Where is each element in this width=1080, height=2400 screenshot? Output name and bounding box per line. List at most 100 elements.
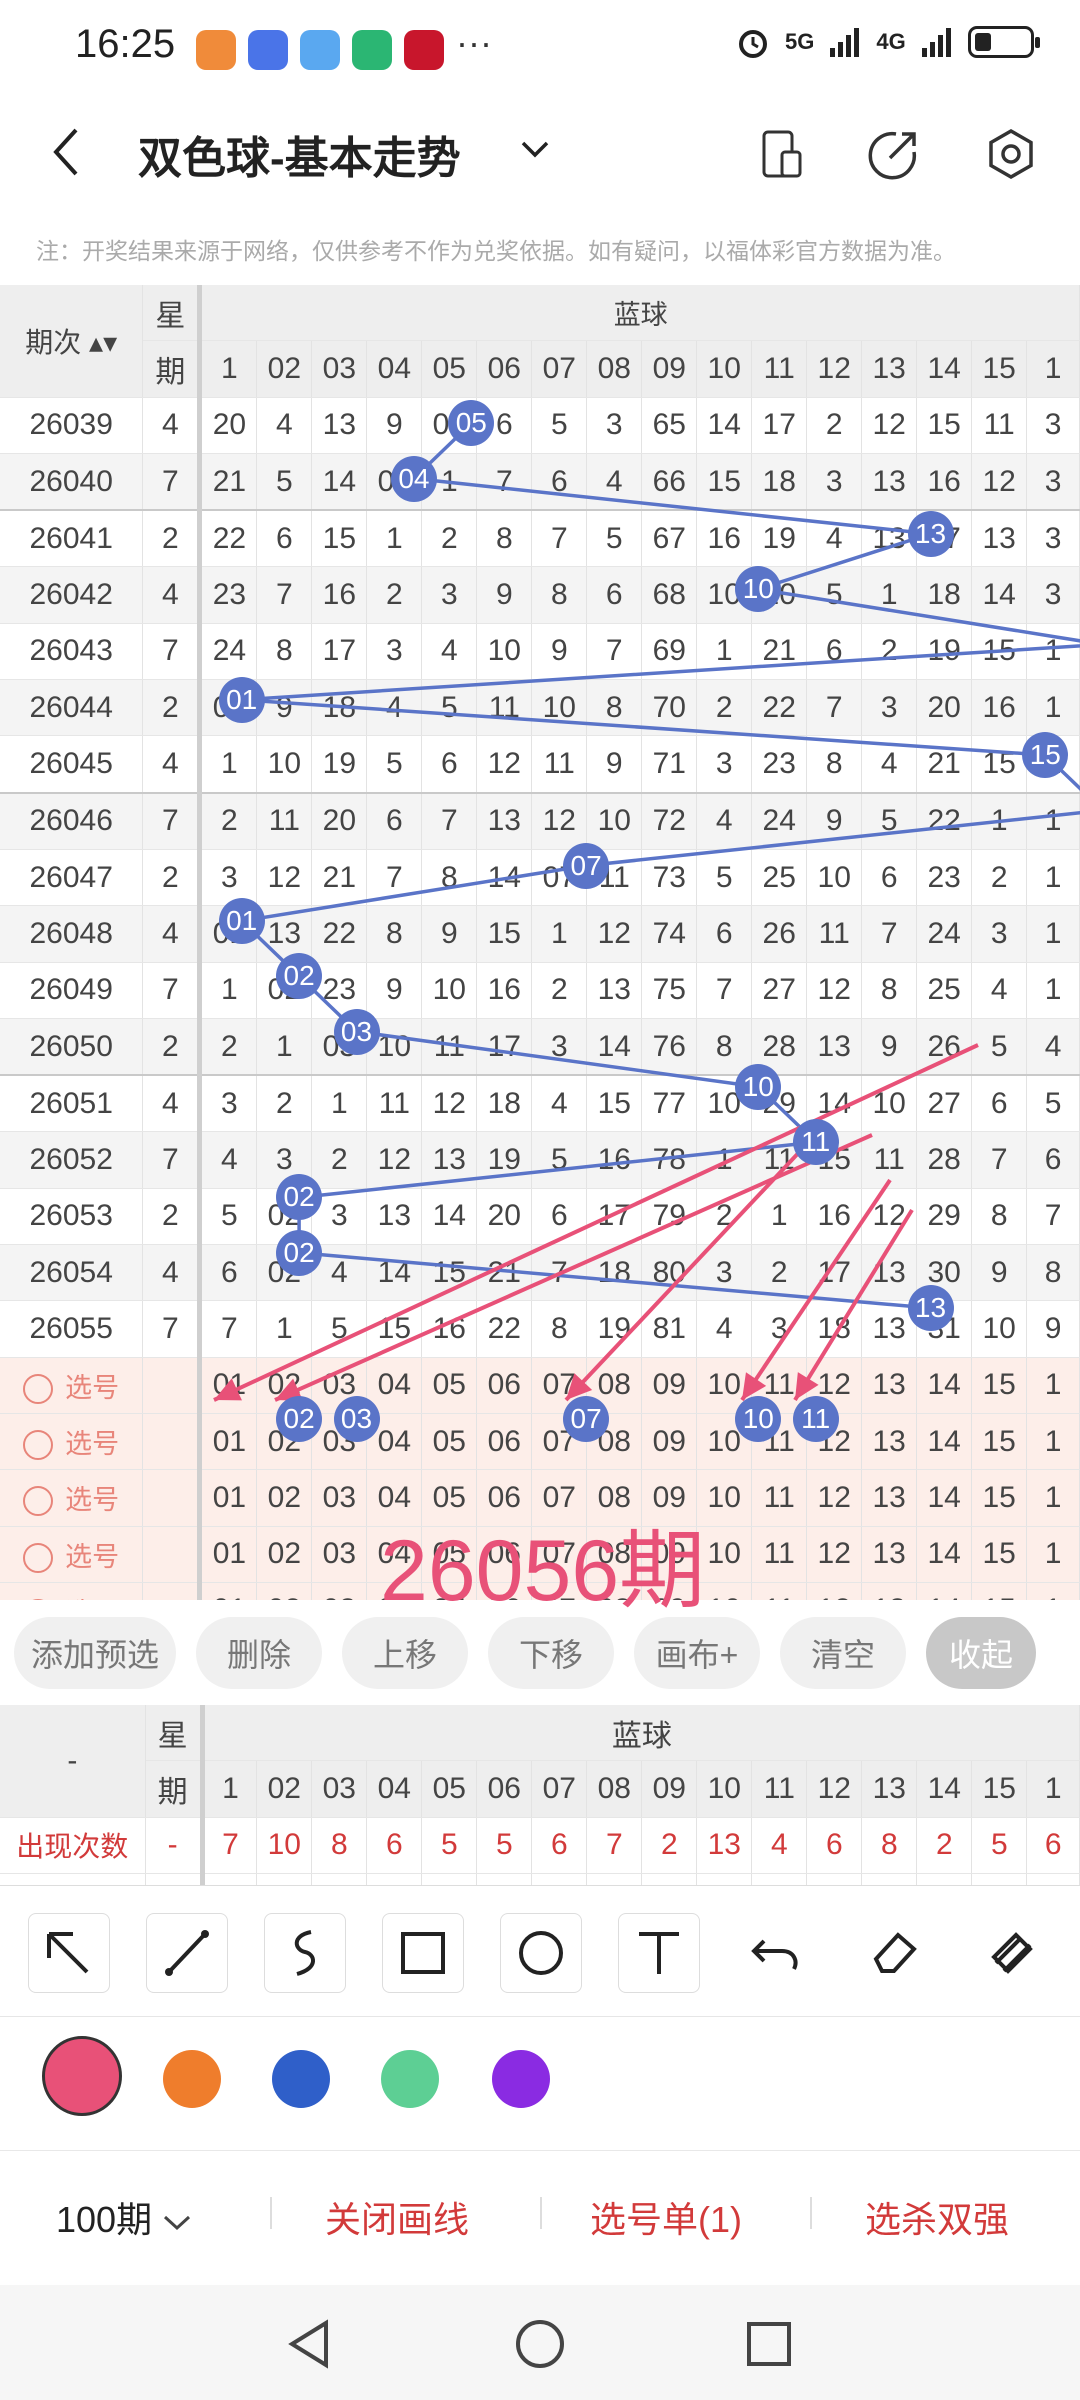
trend-line <box>237 421 1080 1310</box>
drawn-arrow <box>274 1133 873 1402</box>
stats-avg-value: 8 <box>696 1873 753 1885</box>
stats-column-header: 1 <box>1026 1760 1080 1818</box>
line-tool-icon[interactable] <box>146 1913 228 1993</box>
winning-ball: 10 <box>735 1063 782 1110</box>
divider <box>540 2197 542 2229</box>
pick-toolbar: 添加预选 删除 上移 下移 画布+ 清空 收起 <box>0 1605 1080 1700</box>
period-select[interactable]: 100期 <box>56 2191 192 2243</box>
move-up-button[interactable]: 上移 <box>342 1616 468 1689</box>
stats-avg-value: 9 <box>202 1873 258 1885</box>
winning-ball: 13 <box>907 510 954 557</box>
delete-button[interactable]: 删除 <box>196 1616 322 1689</box>
stats-avg-value: 72 <box>641 1873 698 1885</box>
stats-count-label: 出现次数 <box>0 1817 146 1874</box>
close-line-button[interactable]: 关闭画线 <box>325 2191 469 2243</box>
pick-list-button[interactable]: 选号单(1) <box>590 2191 742 2243</box>
stats-avg-row: 平均遗漏91018142022141272820181353211 <box>0 1873 1080 1885</box>
stats-column-header: 05 <box>421 1760 478 1818</box>
stats-count-week: - <box>145 1817 205 1874</box>
winning-ball: 04 <box>390 455 437 502</box>
stats-column-header: 13 <box>861 1760 918 1818</box>
stats-avg-value: 22 <box>476 1873 533 1885</box>
selected-pick-ball[interactable]: 10 <box>735 1395 782 1442</box>
stats-column-header: 09 <box>641 1760 698 1818</box>
disclaimer-notice: 注：开奖结果来源于网络，仅供参考不作为兑奖依据。如有疑问，以福体彩官方数据为准。 <box>36 238 956 264</box>
stats-count-row: 出现次数 -7 10 8 6 5 5 6 7 2 13 4 6 8 2 5 6 <box>0 1817 1080 1874</box>
stats-avg-value: 14 <box>366 1873 423 1885</box>
stats-blue-header: 蓝球 <box>202 1705 1080 1762</box>
drawn-arrow <box>564 1128 822 1402</box>
status-time: 16:25 <box>75 22 176 66</box>
move-down-button[interactable]: 下移 <box>488 1616 614 1689</box>
stats-avg-value: 21 <box>971 1873 1028 1885</box>
winning-ball: 02 <box>276 1229 323 1276</box>
stats-count-value: 2 <box>641 1817 698 1874</box>
selected-pick-ball[interactable]: 07 <box>563 1395 610 1442</box>
trend-lines-overlay <box>213 421 1080 1402</box>
color-green[interactable] <box>381 2050 439 2108</box>
selected-pick-ball[interactable]: 03 <box>333 1395 380 1442</box>
stats-avg-value: 20 <box>751 1873 808 1885</box>
stats-count-value: 7 <box>586 1817 643 1874</box>
winning-ball: 13 <box>907 1285 954 1332</box>
curve-tool-icon[interactable] <box>264 1913 346 1993</box>
chevron-down-icon[interactable] <box>520 140 550 160</box>
circle-tool-icon[interactable] <box>500 1913 582 1993</box>
stats-count-value: 6 <box>806 1817 863 1874</box>
color-blue[interactable] <box>272 2050 330 2108</box>
stats-column-header: 06 <box>476 1760 533 1818</box>
clear-button[interactable]: 清空 <box>780 1616 906 1689</box>
text-tool-icon[interactable] <box>618 1913 700 1993</box>
stats-count-value: 6 <box>366 1817 423 1874</box>
signal-icon-2 <box>921 28 951 57</box>
stats-header-row: - 星蓝球 <box>0 1705 1080 1818</box>
stats-week-bottom: 期 <box>145 1760 205 1818</box>
signal-5g: 5G <box>785 29 815 54</box>
stats-avg-value: 10 <box>256 1873 313 1885</box>
rect-tool-icon[interactable] <box>382 1913 464 1993</box>
stats-count-value: 8 <box>861 1817 918 1874</box>
kill-button[interactable]: 选杀双强 <box>865 2191 1009 2243</box>
chevron-down-icon <box>164 2215 191 2231</box>
stats-dash: - <box>0 1705 146 1818</box>
status-right: 5G 4G <box>735 24 1040 60</box>
winning-ball: 03 <box>333 1008 380 1055</box>
back-icon[interactable] <box>48 126 88 178</box>
stats-column-header: 1 <box>202 1760 258 1818</box>
color-purple[interactable] <box>492 2050 550 2108</box>
nav-home-icon[interactable] <box>513 2317 567 2371</box>
stats-column-header: 03 <box>311 1760 368 1818</box>
status-more: ··· <box>456 22 492 63</box>
phone-icon[interactable] <box>758 128 806 180</box>
stats-count-value: 6 <box>531 1817 588 1874</box>
undo-icon[interactable] <box>736 1913 816 1991</box>
app-icon-4 <box>352 30 392 70</box>
nav-recents-icon[interactable] <box>742 2317 796 2371</box>
arrow-tool-icon[interactable] <box>28 1913 110 1993</box>
drawing-toolbar <box>0 1885 1080 2017</box>
stats-avg-label: 平均遗漏 <box>0 1873 146 1885</box>
winning-ball: 11 <box>792 1119 839 1166</box>
system-navbar <box>0 2285 1080 2400</box>
selected-pick-ball[interactable]: 11 <box>792 1395 839 1442</box>
app-icon-1 <box>196 30 236 70</box>
stats-table: - 星蓝球期 1 02 03 04 05 06 07 08 09 10 11 12 13 14 15 1 出现次数 -… <box>0 1705 1080 1885</box>
color-orange[interactable] <box>163 2050 221 2108</box>
nav-back-icon[interactable] <box>282 2317 336 2371</box>
stats-column-header: 10 <box>696 1760 753 1818</box>
winning-ball: 01 <box>218 897 265 944</box>
alarm-icon <box>739 30 767 58</box>
color-pink[interactable] <box>42 2036 122 2116</box>
settings-icon[interactable] <box>985 128 1037 180</box>
add-preselect-button[interactable]: 添加预选 <box>14 1616 176 1689</box>
stats-count-value: 5 <box>476 1817 533 1874</box>
canvas-add-button[interactable]: 画布+ <box>634 1616 760 1689</box>
collapse-button[interactable]: 收起 <box>926 1616 1036 1689</box>
eraser-icon[interactable] <box>854 1913 934 1991</box>
stats-count-value: 13 <box>696 1817 753 1874</box>
stats-avg-value: 53 <box>916 1873 973 1885</box>
share-icon[interactable] <box>868 128 920 180</box>
clear-icon[interactable] <box>972 1913 1052 1991</box>
signal-icon <box>830 28 860 57</box>
selected-pick-ball[interactable]: 02 <box>276 1395 323 1442</box>
